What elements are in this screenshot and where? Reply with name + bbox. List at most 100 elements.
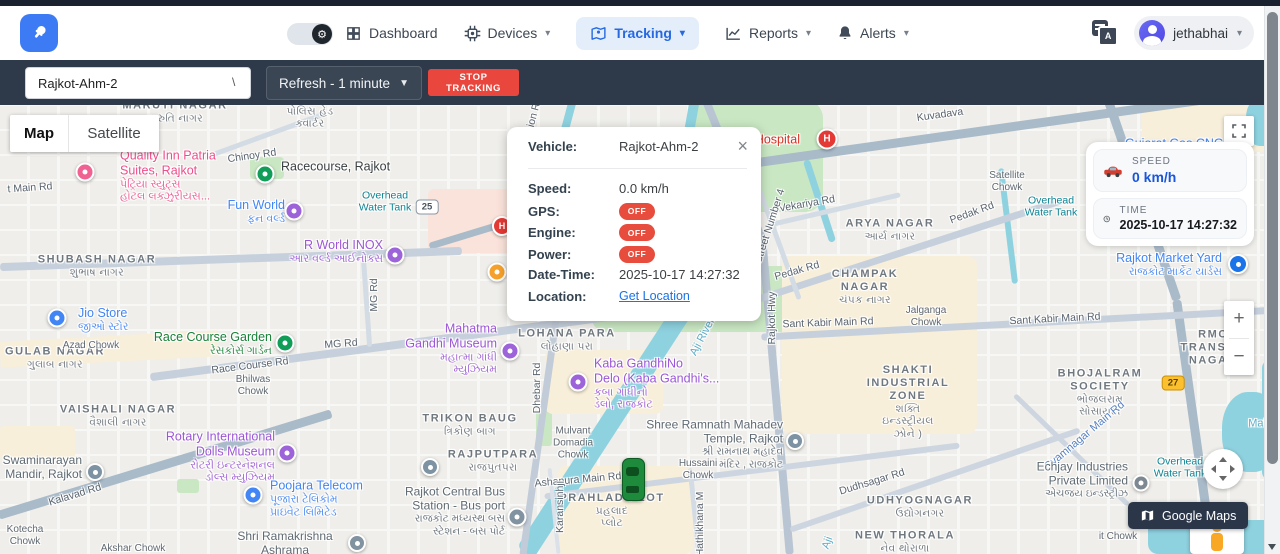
map-type-control: Map Satellite: [10, 115, 159, 152]
museum-marker[interactable]: [501, 342, 520, 361]
google-maps-badge[interactable]: Google Maps: [1128, 502, 1248, 529]
popup-row-label: Speed:: [528, 181, 619, 196]
popup-row-engine: Engine:OFF: [528, 224, 747, 241]
nav-tracking[interactable]: Tracking ▾: [576, 17, 699, 50]
nav-dashboard[interactable]: Dashboard: [345, 25, 438, 42]
speed-card: SPEED 0 km/h: [1093, 149, 1247, 192]
navbar: ⚙ Dashboard Devices ▾ Tracking ▾: [0, 6, 1280, 60]
museum-marker[interactable]: [278, 444, 297, 463]
hotel-marker[interactable]: [76, 163, 95, 182]
park-marker[interactable]: [256, 165, 275, 184]
garden-marker[interactable]: [276, 334, 295, 353]
zoom-in-button[interactable]: +: [1224, 301, 1254, 338]
nav-reports[interactable]: Reports ▾: [725, 25, 811, 42]
popup-row-label: Date-Time:: [528, 267, 619, 282]
translate-icon-front: A: [1098, 26, 1118, 46]
nav-tracking-label: Tracking: [614, 25, 672, 41]
cinema-marker[interactable]: [386, 246, 405, 265]
time-value: 2025-10-17 14:27:32: [1120, 218, 1237, 232]
school-marker[interactable]: [421, 458, 439, 476]
chevron-down-icon: ▾: [545, 28, 550, 39]
pan-control[interactable]: [1203, 449, 1243, 489]
vehicle-input-caret: \: [232, 75, 235, 89]
popup-row-speed: Speed:0.0 km/h: [528, 181, 747, 196]
restaurant-marker[interactable]: [488, 263, 507, 282]
museum-marker[interactable]: [569, 373, 588, 392]
popup-row-label: Location:: [528, 289, 619, 304]
vehicle-marker[interactable]: [622, 458, 645, 501]
nav-alerts-label: Alerts: [860, 25, 896, 41]
get-location-link[interactable]: Get Location: [619, 289, 690, 303]
vehicle-info-popup: Vehicle: Rajkot-Ahm-2 × Speed:0.0 km/h GP…: [507, 127, 761, 321]
store-marker[interactable]: [48, 309, 67, 328]
pan-down-icon: [1219, 476, 1227, 481]
chevron-down-icon: ▾: [904, 28, 909, 39]
theme-toggle-knob: ⚙: [312, 24, 332, 44]
close-icon[interactable]: ×: [737, 137, 748, 155]
stop-tracking-button[interactable]: STOP TRACKING: [428, 69, 519, 96]
store-marker[interactable]: [244, 486, 263, 505]
map-canvas[interactable]: 2527 MARUTI NAGARમારુતિ નાગરપોલિસ હેડક્વ…: [0, 105, 1280, 554]
scrollbar-down-arrow[interactable]: [1268, 544, 1276, 550]
avatar: [1139, 20, 1165, 46]
main-nav: Dashboard Devices ▾ Tracking ▾ Repo: [345, 6, 909, 60]
zoom-out-button[interactable]: −: [1224, 339, 1254, 376]
live-info-panel: SPEED 0 km/h TIME 2025-10-17 14:27:32: [1086, 142, 1254, 246]
popup-row-gps: GPS:OFF: [528, 203, 747, 220]
user-menu[interactable]: jethabhai ▾: [1134, 16, 1254, 50]
popup-vehicle-value: Rajkot-Ahm-2: [619, 139, 698, 154]
nav-reports-label: Reports: [749, 25, 798, 41]
time-card: TIME 2025-10-17 14:27:32: [1093, 198, 1247, 239]
status-badge: OFF: [619, 224, 655, 241]
hospital-marker[interactable]: H: [817, 129, 838, 150]
temple-marker[interactable]: [86, 463, 104, 481]
popup-row-date-time: Date-Time:2025-10-17 14:27:32: [528, 267, 747, 282]
page-scrollbar[interactable]: [1264, 6, 1280, 554]
speed-label: SPEED: [1132, 156, 1176, 167]
popup-row-location: Location:Get Location: [528, 289, 747, 304]
popup-row-power: Power:OFF: [528, 246, 747, 263]
pin-logo-icon: [28, 22, 50, 44]
bus-station-marker[interactable]: [508, 508, 527, 527]
market-marker[interactable]: [1228, 254, 1248, 274]
map-type-satellite-button[interactable]: Satellite: [69, 115, 159, 152]
status-badge: OFF: [619, 246, 655, 263]
refresh-interval-value: Refresh - 1 minute: [279, 76, 390, 91]
pan-left-icon: [1211, 465, 1216, 473]
fullscreen-icon: [1231, 123, 1247, 139]
browser-top-strip: [0, 0, 1280, 6]
chip-icon: [464, 25, 481, 42]
refresh-interval-select[interactable]: Refresh - 1 minute ▼: [266, 66, 422, 100]
vehicle-select-input[interactable]: [25, 67, 251, 99]
popup-title-row: Vehicle: Rajkot-Ahm-2: [528, 139, 747, 154]
temple-marker[interactable]: [786, 432, 804, 450]
popup-row-label: Power:: [528, 247, 619, 262]
chart-icon: [725, 25, 742, 42]
pan-right-icon: [1230, 465, 1235, 473]
car-icon: [1103, 163, 1123, 179]
app-logo[interactable]: [20, 14, 58, 52]
map-icon: [590, 25, 607, 42]
scrollbar-thumb[interactable]: [1267, 12, 1278, 464]
popup-row-value: 2025-10-17 14:27:32: [619, 267, 740, 282]
google-maps-icon: [1140, 508, 1155, 523]
nav-alerts[interactable]: Alerts ▾: [837, 25, 909, 41]
user-name: jethabhai: [1173, 26, 1228, 41]
chevron-down-icon: ▼: [399, 78, 409, 89]
popup-row-label: GPS:: [528, 204, 619, 219]
chevron-down-icon: ▾: [680, 28, 685, 39]
chevron-down-icon: ▾: [806, 28, 811, 39]
bell-icon: [837, 25, 853, 41]
nav-devices-label: Devices: [488, 25, 538, 41]
nav-devices[interactable]: Devices ▾: [464, 25, 551, 42]
pin-marker[interactable]: [1133, 475, 1150, 492]
popup-vehicle-label: Vehicle:: [528, 139, 619, 154]
status-badge: OFF: [619, 203, 655, 220]
translate-icon[interactable]: A: [1092, 20, 1118, 46]
zoom-control: + −: [1224, 301, 1254, 375]
theme-toggle[interactable]: ⚙: [287, 23, 333, 45]
map-type-map-button[interactable]: Map: [10, 115, 69, 152]
ashram-marker[interactable]: [348, 534, 366, 552]
nav-dashboard-label: Dashboard: [369, 25, 438, 41]
amusement-marker[interactable]: [285, 202, 304, 221]
